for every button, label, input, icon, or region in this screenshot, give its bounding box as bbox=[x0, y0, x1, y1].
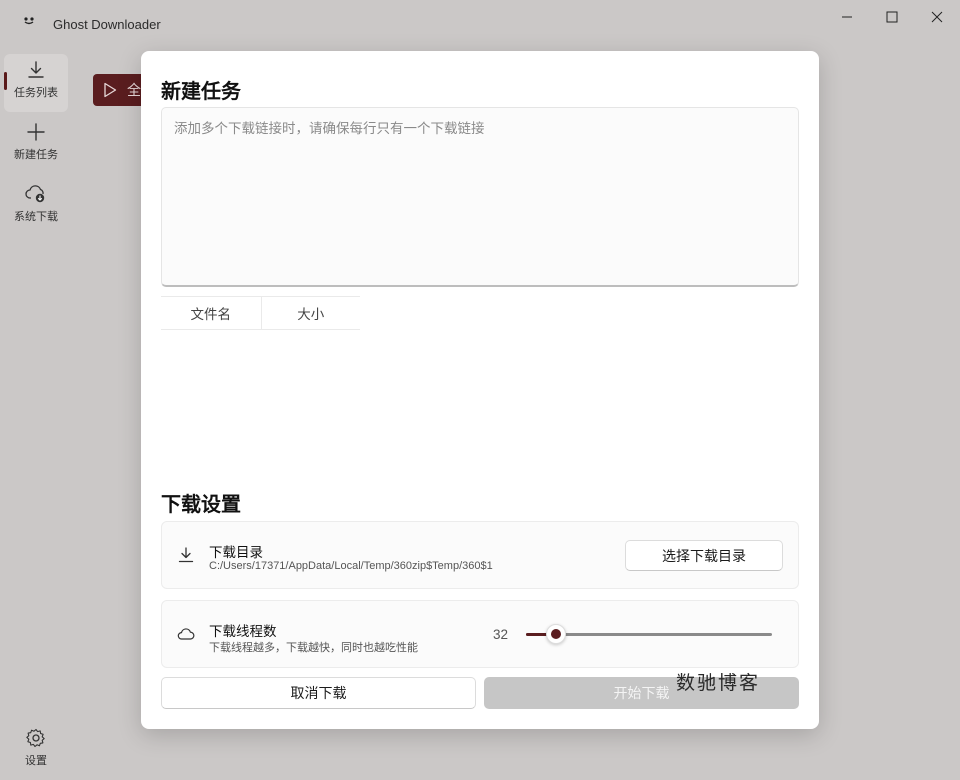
column-header-size[interactable]: 大小 bbox=[260, 297, 361, 329]
file-table-header: 文件名 大小 bbox=[161, 296, 360, 330]
download-icon bbox=[178, 547, 194, 563]
column-header-filename[interactable]: 文件名 bbox=[161, 297, 261, 329]
sidebar-item-new-task[interactable]: 新建任务 bbox=[4, 116, 68, 174]
sidebar-item-system-download[interactable]: 系统下载 bbox=[4, 178, 68, 236]
window-title: Ghost Downloader bbox=[53, 17, 161, 32]
close-button[interactable] bbox=[922, 6, 952, 28]
select-directory-button[interactable]: 选择下载目录 bbox=[625, 540, 783, 571]
sidebar-item-label: 系统下载 bbox=[14, 211, 58, 223]
watermark: 数驰博客 bbox=[676, 672, 761, 694]
gear-icon bbox=[26, 728, 45, 748]
directory-path: C:/Users/17371/AppData/Local/Temp/360zip… bbox=[209, 560, 493, 572]
download-settings-title: 下载设置 bbox=[161, 494, 241, 516]
app-window: Ghost Downloader 任务列表 新建任务 系统下载 设置 全 新建任… bbox=[0, 0, 960, 780]
download-directory-card: 下载目录 C:/Users/17371/AppData/Local/Temp/3… bbox=[161, 521, 799, 589]
maximize-button[interactable] bbox=[877, 6, 907, 28]
sidebar-item-label: 新建任务 bbox=[14, 149, 58, 161]
cancel-download-button[interactable]: 取消下载 bbox=[161, 677, 476, 709]
cloud-icon bbox=[177, 628, 195, 640]
directory-title: 下载目录 bbox=[209, 545, 263, 560]
active-indicator bbox=[4, 72, 7, 90]
sidebar-item-task-list[interactable]: 任务列表 bbox=[4, 54, 68, 112]
thread-count-slider[interactable] bbox=[526, 624, 774, 644]
minimize-button[interactable] bbox=[832, 6, 862, 28]
maximize-icon bbox=[886, 11, 898, 23]
download-links-input[interactable]: 添加多个下载链接时，请确保每行只有一个下载链接 bbox=[161, 107, 799, 287]
new-task-dialog: 新建任务 添加多个下载链接时，请确保每行只有一个下载链接 文件名 大小 下载设置… bbox=[141, 51, 819, 729]
download-icon bbox=[28, 61, 44, 78]
slider-thumb[interactable] bbox=[546, 624, 566, 644]
thread-count-title: 下载线程数 bbox=[209, 624, 277, 639]
ghost-app-icon bbox=[24, 17, 34, 25]
dialog-title: 新建任务 bbox=[161, 81, 241, 103]
cloud-download-icon bbox=[25, 185, 45, 203]
thread-count-card: 下载线程数 下载线程越多，下载越快，同时也越吃性能 32 bbox=[161, 600, 799, 668]
sidebar-item-label: 设置 bbox=[25, 755, 47, 767]
thread-count-value: 32 bbox=[493, 627, 509, 642]
start-all-label: 全 bbox=[127, 82, 141, 98]
minimize-icon bbox=[842, 16, 852, 18]
sidebar: 任务列表 新建任务 系统下载 设置 bbox=[0, 50, 72, 780]
sidebar-item-label: 任务列表 bbox=[14, 87, 58, 99]
close-icon bbox=[931, 11, 943, 23]
plus-icon bbox=[27, 123, 45, 141]
sidebar-item-settings[interactable]: 设置 bbox=[4, 722, 68, 780]
title-bar: Ghost Downloader bbox=[0, 0, 960, 34]
play-icon bbox=[104, 82, 117, 98]
thread-count-description: 下载线程越多，下载越快，同时也越吃性能 bbox=[209, 642, 418, 654]
